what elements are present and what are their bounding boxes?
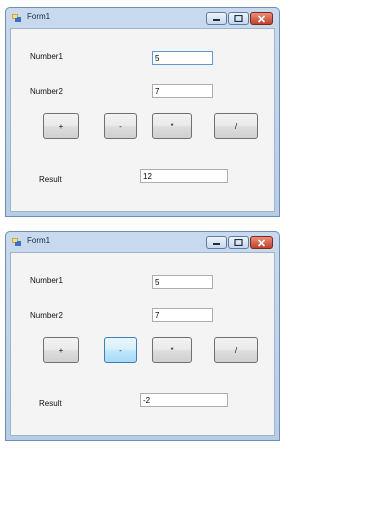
number2-input[interactable]: 7 xyxy=(152,84,213,98)
multiply-button[interactable]: * xyxy=(152,113,192,139)
caption-buttons xyxy=(206,12,273,25)
title-bar[interactable]: Form1 xyxy=(6,8,279,28)
add-button[interactable]: + xyxy=(43,337,79,363)
form-app-icon xyxy=(12,14,21,22)
divide-button[interactable]: / xyxy=(214,113,258,139)
subtract-button[interactable]: - xyxy=(104,337,137,363)
minimize-icon xyxy=(213,242,220,245)
close-button[interactable] xyxy=(250,12,273,25)
add-button[interactable]: + xyxy=(43,113,79,139)
form1-window-first: Form1 Number1 5 Number2 7 + - * / Result… xyxy=(5,7,280,217)
minimize-button[interactable] xyxy=(206,12,227,25)
window-title: Form1 xyxy=(27,236,51,245)
result-output[interactable]: 12 xyxy=(140,169,228,183)
title-bar[interactable]: Form1 xyxy=(6,232,279,252)
form-app-icon xyxy=(12,238,21,246)
form-client-area: Number1 5 Number2 7 + - * / Result -2 xyxy=(10,252,275,436)
result-label: Result xyxy=(39,399,62,408)
minimize-button[interactable] xyxy=(206,236,227,249)
form-client-area: Number1 5 Number2 7 + - * / Result 12 xyxy=(10,28,275,212)
window-title: Form1 xyxy=(27,12,51,21)
result-output[interactable]: -2 xyxy=(140,393,228,407)
maximize-button[interactable] xyxy=(228,236,249,249)
caption-buttons xyxy=(206,236,273,249)
maximize-icon xyxy=(234,239,243,246)
minimize-icon xyxy=(213,18,220,21)
number2-label: Number2 xyxy=(30,87,63,96)
result-label: Result xyxy=(39,175,62,184)
form1-window-second: Form1 Number1 5 Number2 7 + - * / Result… xyxy=(5,231,280,441)
divide-button[interactable]: / xyxy=(214,337,258,363)
close-button[interactable] xyxy=(250,236,273,249)
number1-input[interactable]: 5 xyxy=(152,51,213,65)
close-icon xyxy=(257,238,266,247)
maximize-icon xyxy=(234,15,243,22)
number1-label: Number1 xyxy=(30,52,63,61)
subtract-button[interactable]: - xyxy=(104,113,137,139)
maximize-button[interactable] xyxy=(228,12,249,25)
multiply-button[interactable]: * xyxy=(152,337,192,363)
number2-label: Number2 xyxy=(30,311,63,320)
close-icon xyxy=(257,14,266,23)
number1-input[interactable]: 5 xyxy=(152,275,213,289)
number2-input[interactable]: 7 xyxy=(152,308,213,322)
number1-label: Number1 xyxy=(30,276,63,285)
